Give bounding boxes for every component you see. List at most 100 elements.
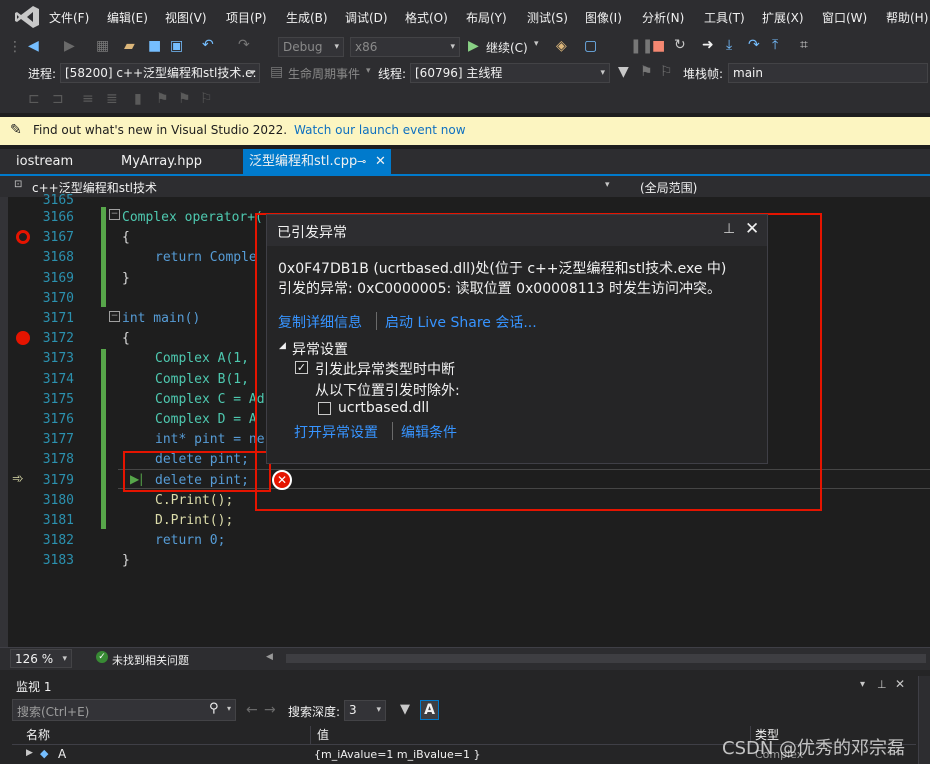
platform-dropdown[interactable]: x86 ▾ bbox=[350, 37, 460, 57]
redo-icon[interactable]: ↷ bbox=[238, 37, 250, 53]
attach-icon[interactable]: ◈ bbox=[556, 38, 567, 54]
stop-icon[interactable]: ■ bbox=[652, 38, 665, 54]
next-bookmark-icon[interactable]: ⚑ bbox=[178, 91, 191, 107]
scroll-left-icon[interactable]: ◀ bbox=[266, 652, 273, 662]
ucrtbased-checkbox[interactable] bbox=[318, 402, 331, 415]
process-dropdown[interactable]: [58200] c++泛型编程和stl技术.e: ▾ bbox=[60, 63, 260, 83]
filter-icon[interactable]: ▼ bbox=[400, 702, 410, 717]
pin-icon[interactable]: ⊸ bbox=[357, 149, 366, 174]
step-into-icon[interactable]: ⤓ bbox=[726, 37, 732, 53]
open-file-icon[interactable]: ▰ bbox=[124, 38, 135, 54]
show-next-statement-icon[interactable]: ➜ bbox=[702, 37, 714, 53]
close-icon[interactable]: ✕ bbox=[745, 219, 759, 239]
pin-icon[interactable]: ⊥ bbox=[723, 221, 735, 237]
window-icon[interactable]: ▢ bbox=[584, 38, 597, 54]
document-tabs: iostream MyArray.hpp 泛型编程和stl.cpp ⊸ ✕ bbox=[0, 149, 930, 174]
prev-bookmark-icon[interactable]: ⚑ bbox=[156, 91, 169, 107]
close-icon[interactable]: ✕ bbox=[375, 149, 386, 174]
menu-help[interactable]: 帮助(H) bbox=[886, 9, 928, 26]
project-scope-dropdown[interactable]: ⊡ c++泛型编程和stl技术 ▾ bbox=[14, 177, 616, 195]
step-over-icon[interactable]: ↷ bbox=[748, 37, 760, 53]
edit-conditions-link[interactable]: 编辑条件 bbox=[401, 422, 457, 442]
restart-icon[interactable]: ↻ bbox=[674, 37, 686, 53]
exception-error-icon[interactable]: ✕ bbox=[272, 470, 292, 490]
flag-threads-icon[interactable]: ⚐ bbox=[660, 64, 673, 80]
bookmark-icon[interactable]: ▮ bbox=[134, 91, 142, 107]
col-name-label: 名称 bbox=[26, 728, 51, 742]
indent-icon[interactable]: ⊏ bbox=[28, 91, 40, 107]
menu-edit[interactable]: 编辑(E) bbox=[107, 9, 148, 26]
expand-triangle-icon[interactable]: ◢ bbox=[279, 341, 286, 351]
dropdown-arrow-icon[interactable]: ▾ bbox=[860, 679, 865, 690]
string-visualizer-icon[interactable]: A bbox=[420, 700, 439, 720]
menu-build[interactable]: 生成(B) bbox=[286, 9, 328, 26]
toolbar-text-editor: ⊏ ⊐ ≡ ≣ ▮ ⚑ ⚑ ⚐ bbox=[0, 86, 930, 113]
tab-myarray[interactable]: MyArray.hpp bbox=[121, 149, 202, 174]
start-live-share-link[interactable]: 启动 Live Share 会话... bbox=[385, 312, 537, 332]
menu-file[interactable]: 文件(F) bbox=[49, 9, 89, 26]
col-header-name[interactable]: 名称 bbox=[12, 726, 310, 745]
menu-test[interactable]: 测试(S) bbox=[527, 9, 568, 26]
global-scope-dropdown[interactable]: (全局范围) bbox=[624, 177, 924, 195]
navigate-back-icon[interactable]: ◀ bbox=[28, 38, 39, 54]
no-issues-label[interactable]: 未找到相关问题 bbox=[112, 652, 189, 668]
search-icon[interactable]: ⚲ bbox=[209, 701, 219, 716]
search-depth-label: 搜索深度: bbox=[288, 705, 341, 719]
outdent-icon[interactable]: ⊐ bbox=[52, 91, 64, 107]
link-divider bbox=[392, 422, 393, 440]
col-header-value[interactable]: 值 bbox=[310, 726, 751, 745]
collapse-icon[interactable]: − bbox=[109, 311, 120, 322]
new-project-icon[interactable]: ▦ bbox=[96, 38, 109, 54]
tab-iostream[interactable]: iostream bbox=[16, 149, 73, 174]
open-exception-settings-link[interactable]: 打开异常设置 bbox=[294, 422, 378, 442]
menu-layout[interactable]: 布局(Y) bbox=[466, 9, 507, 26]
hex-display-icon[interactable]: ⌗ bbox=[800, 37, 808, 53]
stackframe-label: 堆栈帧: bbox=[683, 67, 724, 81]
stackframe-dropdown[interactable]: main bbox=[728, 63, 928, 83]
search-back-icon[interactable]: ← bbox=[246, 702, 258, 718]
menu-analyze[interactable]: 分析(N) bbox=[642, 9, 684, 26]
line-number: 3180 bbox=[42, 493, 74, 508]
menu-format[interactable]: 格式(O) bbox=[405, 9, 448, 26]
menu-extensions[interactable]: 扩展(X) bbox=[762, 9, 804, 26]
except-when-thrown-label: 从以下位置引发时除外: bbox=[315, 383, 460, 399]
search-forward-icon[interactable]: → bbox=[264, 702, 276, 718]
launch-event-link[interactable]: Watch our launch event now bbox=[294, 123, 466, 137]
continue-button[interactable]: ▶ 继续(C) ▾ bbox=[468, 37, 544, 57]
menu-image[interactable]: 图像(I) bbox=[585, 9, 622, 26]
save-all-icon[interactable]: ▣ bbox=[170, 38, 183, 54]
pin-icon[interactable]: ⊥ bbox=[877, 678, 887, 691]
menu-project[interactable]: 项目(P) bbox=[226, 9, 267, 26]
flag-icon[interactable]: ⚑ bbox=[640, 64, 653, 80]
close-icon[interactable]: ✕ bbox=[895, 677, 905, 691]
zoom-value: 126 % bbox=[15, 652, 54, 666]
menu-window[interactable]: 窗口(W) bbox=[822, 9, 867, 26]
thread-dropdown[interactable]: [60796] 主线程 ▾ bbox=[410, 63, 610, 83]
filter-icon[interactable]: ▼ bbox=[618, 64, 629, 80]
navigate-forward-icon[interactable]: ▶ bbox=[64, 38, 75, 54]
tab-active-cpp[interactable]: 泛型编程和stl.cpp ⊸ ✕ bbox=[243, 149, 391, 174]
breakpoint-icon[interactable] bbox=[16, 331, 30, 345]
horizontal-scrollbar[interactable] bbox=[286, 654, 926, 663]
watch-search-box[interactable]: 搜索(Ctrl+E) ⚲ ▾ bbox=[12, 699, 236, 721]
uncomment-icon[interactable]: ≣ bbox=[106, 91, 118, 107]
comment-icon[interactable]: ≡ bbox=[82, 91, 94, 107]
menu-view[interactable]: 视图(V) bbox=[165, 9, 207, 26]
undo-icon[interactable]: ↶ bbox=[202, 37, 214, 53]
save-icon[interactable]: ■ bbox=[148, 38, 161, 54]
break-on-exception-checkbox[interactable]: ✓ bbox=[295, 361, 308, 374]
menu-debug[interactable]: 调试(D) bbox=[345, 9, 388, 26]
search-depth-dropdown[interactable]: 3 ▾ bbox=[344, 700, 386, 721]
zoom-dropdown[interactable]: 126 % ▾ bbox=[10, 649, 72, 668]
clear-bookmarks-icon[interactable]: ⚐ bbox=[200, 91, 213, 107]
grip-icon: ⋮ bbox=[8, 39, 22, 55]
lifecycle-events-label[interactable]: 生命周期事件 bbox=[288, 65, 360, 82]
expand-arrow-icon[interactable]: ▶ bbox=[26, 748, 33, 758]
collapse-icon[interactable]: − bbox=[109, 209, 120, 220]
config-dropdown[interactable]: Debug ▾ bbox=[278, 37, 344, 57]
menu-tools[interactable]: 工具(T) bbox=[704, 9, 745, 26]
pause-icon[interactable]: ❚❚ bbox=[630, 38, 653, 54]
step-out-icon[interactable]: ⤒ bbox=[772, 37, 778, 53]
breakpoint-disabled-icon[interactable] bbox=[16, 230, 30, 244]
copy-details-link[interactable]: 复制详细信息 bbox=[278, 312, 362, 332]
